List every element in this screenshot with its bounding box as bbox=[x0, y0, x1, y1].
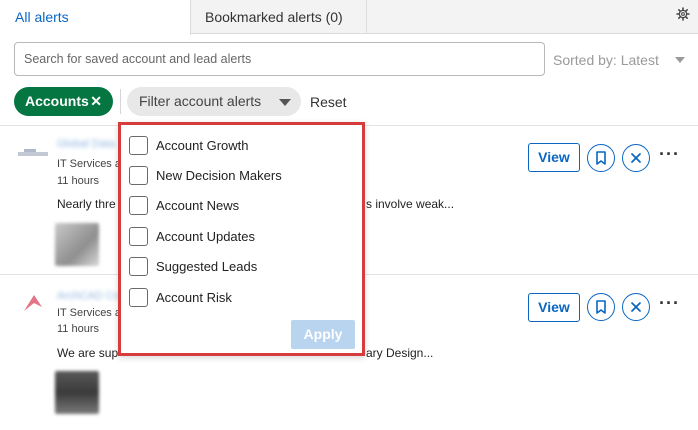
article-thumbnail[interactable] bbox=[55, 223, 99, 266]
search-box bbox=[14, 42, 545, 76]
filter-option-label: Account News bbox=[156, 198, 240, 213]
company-logo bbox=[24, 295, 42, 311]
tab-bookmarked-alerts[interactable]: Bookmarked alerts (0) bbox=[191, 0, 367, 34]
bookmark-icon bbox=[596, 151, 606, 165]
bookmark-button[interactable] bbox=[587, 293, 615, 321]
filter-account-alerts-button[interactable]: Filter account alerts bbox=[127, 87, 301, 116]
article-thumbnail[interactable] bbox=[55, 371, 99, 414]
bookmark-icon bbox=[596, 300, 606, 314]
alert-time: 11 hours bbox=[57, 175, 99, 187]
more-icon[interactable]: ··· bbox=[659, 144, 680, 165]
more-icon[interactable]: ··· bbox=[659, 293, 680, 314]
alert-time: 11 hours bbox=[57, 323, 99, 335]
accounts-chip-label: Accounts bbox=[25, 93, 89, 109]
alert-headline-start[interactable]: We are sup bbox=[57, 346, 118, 360]
filter-option-label: Account Risk bbox=[156, 290, 232, 305]
dismiss-button[interactable] bbox=[622, 144, 650, 172]
reset-button[interactable]: Reset bbox=[310, 94, 347, 110]
company-name[interactable]: Global Data bbox=[57, 138, 115, 150]
checkbox[interactable] bbox=[129, 257, 148, 276]
filter-option-label: Account Growth bbox=[156, 138, 249, 153]
checkbox[interactable] bbox=[129, 227, 148, 246]
filter-button-label: Filter account alerts bbox=[139, 93, 262, 109]
dismiss-icon bbox=[631, 153, 641, 163]
close-icon[interactable]: ✕ bbox=[90, 87, 102, 116]
filter-option-label: New Decision Makers bbox=[156, 168, 282, 183]
alert-headline-end[interactable]: s involve weak... bbox=[366, 197, 454, 211]
chevron-down-icon[interactable] bbox=[675, 57, 685, 63]
company-subtitle: IT Services a bbox=[57, 307, 121, 319]
bookmark-button[interactable] bbox=[587, 144, 615, 172]
tab-all-alerts[interactable]: All alerts bbox=[0, 0, 191, 35]
alert-headline-start[interactable]: Nearly thre bbox=[57, 197, 116, 211]
company-subtitle: IT Services a bbox=[57, 158, 121, 170]
checkbox[interactable] bbox=[129, 136, 148, 155]
company-name[interactable]: ArchCAD Co bbox=[57, 290, 120, 302]
divider bbox=[120, 89, 121, 114]
checkbox[interactable] bbox=[129, 166, 148, 185]
company-logo bbox=[18, 149, 48, 156]
checkbox[interactable] bbox=[129, 196, 148, 215]
tab-bar: All alerts Bookmarked alerts (0) bbox=[0, 0, 698, 35]
checkbox[interactable] bbox=[129, 288, 148, 307]
apply-button[interactable]: Apply bbox=[291, 320, 355, 349]
filter-option-label: Account Updates bbox=[156, 229, 256, 244]
accounts-filter-chip[interactable]: Accounts ✕ bbox=[14, 87, 113, 116]
view-button[interactable]: View bbox=[528, 293, 580, 322]
chevron-down-icon bbox=[279, 99, 291, 106]
view-button[interactable]: View bbox=[528, 143, 580, 172]
search-input[interactable] bbox=[15, 43, 544, 75]
dismiss-button[interactable] bbox=[622, 293, 650, 321]
alert-headline-end[interactable]: ary Design... bbox=[366, 346, 433, 360]
settings-gear-icon[interactable] bbox=[676, 7, 690, 21]
filter-dropdown-menu: Account Growth New Decision Makers Accou… bbox=[118, 122, 365, 356]
dismiss-icon bbox=[631, 302, 641, 312]
filter-option-label: Suggested Leads bbox=[156, 259, 258, 274]
sort-dropdown-label[interactable]: Sorted by: Latest bbox=[553, 52, 659, 68]
